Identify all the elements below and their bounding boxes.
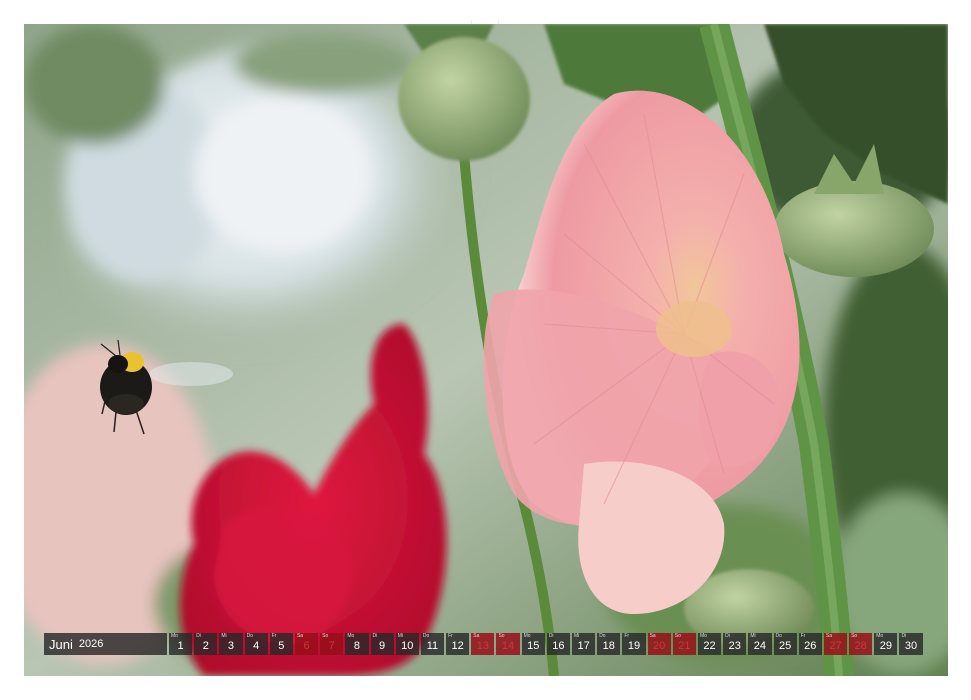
- day-cell: Sa 20: [647, 633, 671, 655]
- day-cell: Mi 10: [395, 633, 419, 655]
- day-cell: Do 11: [420, 633, 445, 655]
- photo-hollyhock-bumblebee: [24, 24, 948, 676]
- day-number: 24: [753, 640, 767, 652]
- day-number: 21: [678, 640, 691, 652]
- weekday-label: Fr: [448, 633, 453, 639]
- weekday-label: Sa: [296, 633, 304, 639]
- weekday-label: Di: [548, 633, 554, 639]
- weekday-label: Di: [901, 633, 907, 639]
- day-cell: Di 30: [899, 633, 923, 655]
- day-cell: Do 18: [597, 633, 621, 655]
- calendar-page: Juni 2026 Mo 1 Di 2 Mi 3 Do 4 Fr 5 Sa 6 So 7 Mo 8 Di 9 Mi 1…: [0, 0, 971, 700]
- day-cell: Mi 17: [572, 633, 596, 655]
- day-cell: Sa 13: [471, 633, 495, 655]
- weekday-label: Mo: [347, 633, 355, 639]
- weekday-label: Mo: [523, 633, 531, 639]
- day-number: 9: [379, 640, 386, 652]
- day-number: 2: [202, 640, 209, 652]
- weekday-label: Di: [725, 633, 730, 639]
- photo-illustration: [24, 24, 948, 676]
- day-cell: Mo 22: [697, 633, 722, 655]
- day-number: 25: [778, 640, 792, 652]
- day-number: 5: [278, 640, 285, 652]
- day-cell: Mo 15: [521, 633, 545, 655]
- weekday-label: So: [498, 633, 505, 639]
- weekday-label: Mi: [574, 633, 580, 639]
- day-cell: Mo 1: [169, 633, 193, 655]
- day-number: 20: [653, 640, 666, 652]
- day-number: 7: [328, 640, 335, 652]
- weekday-label: Mo: [699, 633, 707, 639]
- day-cell: So 28: [849, 633, 873, 655]
- weekday-label: So: [322, 633, 329, 639]
- weekday-label: Mo: [876, 633, 884, 639]
- weekday-label: Sa: [473, 633, 480, 639]
- day-cell: Di 2: [194, 633, 218, 655]
- day-number: 16: [552, 640, 565, 652]
- weekday-label: Fr: [271, 633, 277, 639]
- day-cell: Mo 29: [874, 633, 898, 655]
- day-number: 18: [602, 640, 615, 652]
- day-cell: Do 25: [773, 633, 797, 655]
- weekday-label: Do: [246, 633, 253, 639]
- day-number: 27: [829, 640, 842, 652]
- day-number: 4: [253, 640, 260, 652]
- day-cell: So 21: [672, 633, 696, 655]
- day-cell: Do 4: [244, 633, 268, 655]
- day-number: 8: [353, 640, 360, 652]
- day-number: 15: [527, 640, 540, 652]
- weekday-label: Do: [775, 633, 782, 639]
- weekday-label: Mo: [171, 633, 178, 639]
- weekday-label: Mi: [221, 633, 227, 639]
- day-number: 14: [501, 640, 515, 652]
- day-cell: Sa 27: [823, 633, 848, 655]
- day-cell: Fr 19: [622, 633, 646, 655]
- year: 2026: [78, 638, 104, 650]
- month-label: Juni 2026: [44, 633, 167, 655]
- weekday-label: So: [851, 633, 858, 639]
- weekday-label: Mi: [750, 633, 756, 639]
- day-number: 22: [703, 640, 716, 652]
- day-number: 3: [227, 640, 235, 652]
- day-cell: Fr 5: [269, 633, 293, 655]
- day-cell: Di 23: [723, 633, 747, 655]
- day-number: 28: [854, 640, 867, 652]
- day-number: 26: [804, 640, 817, 652]
- day-number: 29: [879, 640, 892, 652]
- day-number: 11: [426, 640, 439, 652]
- day-cell: Fr 12: [446, 633, 470, 655]
- weekday-label: Do: [599, 633, 606, 639]
- month-name: Juni: [49, 636, 73, 652]
- day-cell: Mi 3: [219, 633, 243, 655]
- day-number: 10: [401, 640, 414, 652]
- weekday-label: Sa: [825, 633, 832, 639]
- day-number: 17: [577, 640, 590, 652]
- day-cell: Sa 6: [294, 633, 319, 655]
- day-cell: Mo 8: [345, 633, 369, 655]
- day-number: 13: [476, 640, 489, 652]
- day-cell: Fr 26: [798, 633, 822, 655]
- day-cell: Di 9: [370, 633, 394, 655]
- day-number: 23: [728, 640, 741, 652]
- weekday-label: Fr: [624, 633, 630, 639]
- calendar-strip: Juni 2026 Mo 1 Di 2 Mi 3 Do 4 Fr 5 Sa 6 So 7 Mo 8 Di 9 Mi 1…: [44, 633, 927, 655]
- day-number: 19: [627, 640, 641, 652]
- weekday-label: Di: [372, 633, 378, 639]
- weekday-label: Di: [196, 633, 201, 639]
- day-cell: Di 16: [546, 633, 570, 655]
- day-number: 6: [303, 640, 310, 652]
- day-cell: Mi 24: [748, 633, 772, 655]
- weekday-label: Sa: [649, 633, 656, 639]
- day-cell: So 7: [320, 633, 344, 655]
- day-cell: So 14: [496, 633, 520, 655]
- weekday-label: Do: [422, 633, 430, 639]
- day-number: 1: [177, 640, 184, 652]
- day-number: 30: [904, 640, 918, 652]
- day-number: 12: [451, 640, 464, 652]
- weekday-label: Fr: [800, 633, 806, 639]
- weekday-label: So: [674, 633, 681, 639]
- weekday-label: Mi: [397, 633, 403, 639]
